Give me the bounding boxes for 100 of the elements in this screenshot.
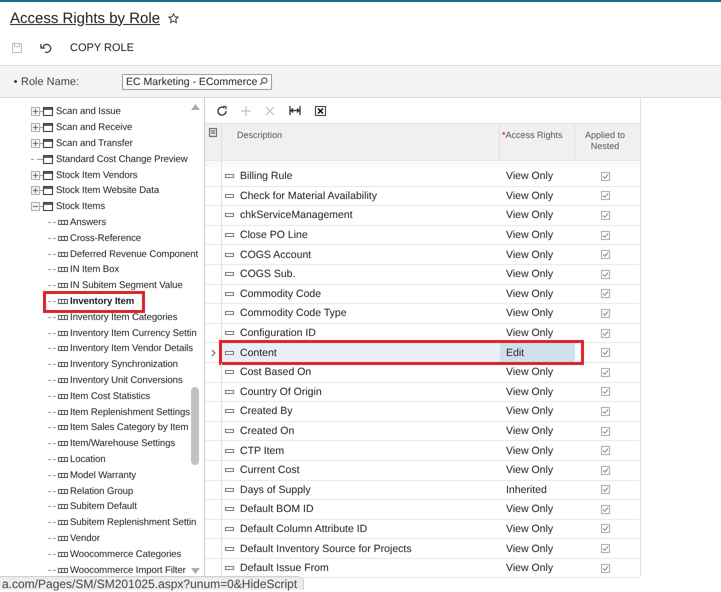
grid-row[interactable]: Default Column Attribute ID View Only <box>205 520 640 540</box>
grid-row[interactable]: Commodity Code Type View Only <box>205 304 640 324</box>
tree-item[interactable]: Model Warranty <box>70 470 136 481</box>
grid-row[interactable]: Check for Material Availability View Only <box>205 186 640 206</box>
field-icon <box>225 488 234 492</box>
expand-icon[interactable] <box>31 170 40 180</box>
tree-item[interactable]: Inventory Synchronization <box>70 359 178 370</box>
tree-item[interactable]: Inventory Item Vendor Details <box>70 343 193 354</box>
tree-item[interactable]: Scan and Transfer <box>56 138 133 149</box>
grid-row[interactable]: Country Of Origin View Only <box>205 382 640 402</box>
grid-row[interactable]: Billing Rule View Only <box>205 167 640 187</box>
copy-role-button[interactable]: COPY ROLE <box>70 42 134 54</box>
tree-item[interactable]: Deferred Revenue Component <box>70 248 198 260</box>
table-cell: View Only <box>506 503 554 516</box>
table-cell: Created On <box>240 425 294 438</box>
table-cell: View Only <box>506 327 554 340</box>
grid-row[interactable]: COGS Account View Only <box>205 245 640 265</box>
refresh-icon[interactable] <box>217 106 227 116</box>
table-cell: View Only <box>506 444 554 457</box>
column-header[interactable]: Applied to Nested <box>575 130 635 160</box>
tree-item[interactable]: Item Cost Statistics <box>70 390 150 402</box>
table-cell: Content <box>240 346 277 359</box>
expand-icon[interactable] <box>31 138 40 148</box>
grid-row[interactable]: Current Cost View Only <box>205 460 640 480</box>
table-cell: View Only <box>506 170 554 182</box>
tree-item[interactable]: Vendor <box>70 532 100 544</box>
status-url: a.com/Pages/SM/SM201025.aspx?unum=0&HideScript <box>0 576 304 590</box>
star-icon[interactable] <box>168 12 180 24</box>
tree-item[interactable]: Location <box>70 454 106 465</box>
tree-item[interactable]: Item Sales Category by Item <box>70 422 188 434</box>
field-icon <box>225 272 234 276</box>
field-icon <box>225 507 234 512</box>
tree-item[interactable]: IN Item Box <box>70 264 120 276</box>
role-name-field[interactable]: EC Marketing - ECommerce <box>122 74 272 90</box>
tree-item[interactable]: IN Subitem Segment Value <box>70 280 183 292</box>
field-icon <box>58 330 68 336</box>
table-cell: Commodity Code <box>240 288 322 300</box>
collapse-icon[interactable] <box>31 202 40 212</box>
column-settings-icon[interactable] <box>209 128 217 137</box>
tree-item[interactable]: Subitem Replenishment Settin <box>70 517 196 528</box>
grid-row[interactable]: Cost Based On View Only <box>205 362 640 383</box>
field-icon <box>58 394 68 399</box>
tree-item[interactable]: Item/Warehouse Settings <box>70 438 176 450</box>
field-icon <box>225 292 234 296</box>
tree-item[interactable]: Woocommerce Categories <box>70 548 182 560</box>
tree-item[interactable]: Woocommerce Import Filter <box>70 564 186 576</box>
field-icon <box>58 504 68 510</box>
grid-row[interactable]: Created On View Only <box>205 422 640 442</box>
table-cell: View Only <box>506 209 554 222</box>
table-cell: Billing Rule <box>240 170 293 182</box>
tree-item[interactable]: Stock Items <box>56 201 106 212</box>
scrollbar-thumb[interactable] <box>191 387 199 465</box>
search-icon[interactable] <box>259 77 268 86</box>
grid-row[interactable]: Created By View Only <box>205 402 640 422</box>
excel-export-icon[interactable] <box>315 106 326 116</box>
table-cell: Default Inventory Source for Projects <box>240 542 412 555</box>
grid-row[interactable]: Commodity Code View Only <box>205 284 640 304</box>
grid-row[interactable]: Close PO Line View Only <box>205 226 640 246</box>
tree-item[interactable]: Stock Item Website Data <box>56 185 160 196</box>
expand-icon[interactable] <box>31 186 40 196</box>
expand-icon[interactable] <box>31 123 40 132</box>
column-header[interactable]: *Access Rights <box>502 130 563 140</box>
field-icon <box>225 331 234 336</box>
page-title[interactable]: Access Rights by Role <box>10 10 160 26</box>
table-cell: Configuration ID <box>240 327 316 340</box>
fit-columns-icon[interactable] <box>289 106 301 115</box>
expand-icon[interactable] <box>31 107 40 116</box>
field-icon <box>58 378 68 383</box>
tree-item[interactable]: Scan and Issue <box>56 106 121 118</box>
tree-item[interactable]: Scan and Receive <box>56 122 132 134</box>
table-cell: View Only <box>506 366 554 378</box>
tree-item[interactable]: Stock Item Vendors <box>56 170 138 181</box>
field-icon <box>58 488 68 494</box>
grid-row[interactable]: COGS Sub. View Only <box>205 264 640 285</box>
tree-item[interactable]: Answers <box>70 216 106 228</box>
table-cell: Inherited <box>506 484 547 496</box>
tree-item[interactable]: Inventory Item Currency Settin <box>70 328 197 339</box>
tree-item[interactable]: Inventory Item <box>70 296 134 307</box>
table-cell: chkServiceManagement <box>240 209 353 222</box>
grid-row[interactable]: chkServiceManagement View Only <box>205 206 640 226</box>
tree-item[interactable]: Relation Group <box>70 486 134 497</box>
column-header[interactable]: Description <box>237 130 282 140</box>
table-cell: View Only <box>506 288 554 300</box>
tree-item[interactable]: Standard Cost Change Preview <box>56 154 188 165</box>
tree-item[interactable]: Cross-Reference <box>70 232 142 244</box>
table-cell: Current Cost <box>240 464 300 476</box>
table-cell: CTP Item <box>240 444 284 457</box>
grid-row[interactable]: Days of Supply Inherited <box>205 480 640 500</box>
field-icon <box>225 390 234 394</box>
field-icon <box>58 252 68 257</box>
field-icon <box>225 429 234 434</box>
table-cell: COGS Sub. <box>240 268 296 280</box>
grid-row[interactable]: CTP Item View Only <box>205 441 640 461</box>
undo-icon[interactable] <box>40 43 52 53</box>
grid-row[interactable]: Default Inventory Source for Projects View Only <box>205 539 640 559</box>
tree-item[interactable]: Inventory Item Categories <box>70 312 178 323</box>
tree-item[interactable]: Inventory Unit Conversions <box>70 374 183 386</box>
tree-item[interactable]: Item Replenishment Settings <box>70 406 190 418</box>
grid-row[interactable]: Default BOM ID View Only <box>205 500 640 520</box>
tree-item[interactable]: Subitem Default <box>70 501 137 512</box>
